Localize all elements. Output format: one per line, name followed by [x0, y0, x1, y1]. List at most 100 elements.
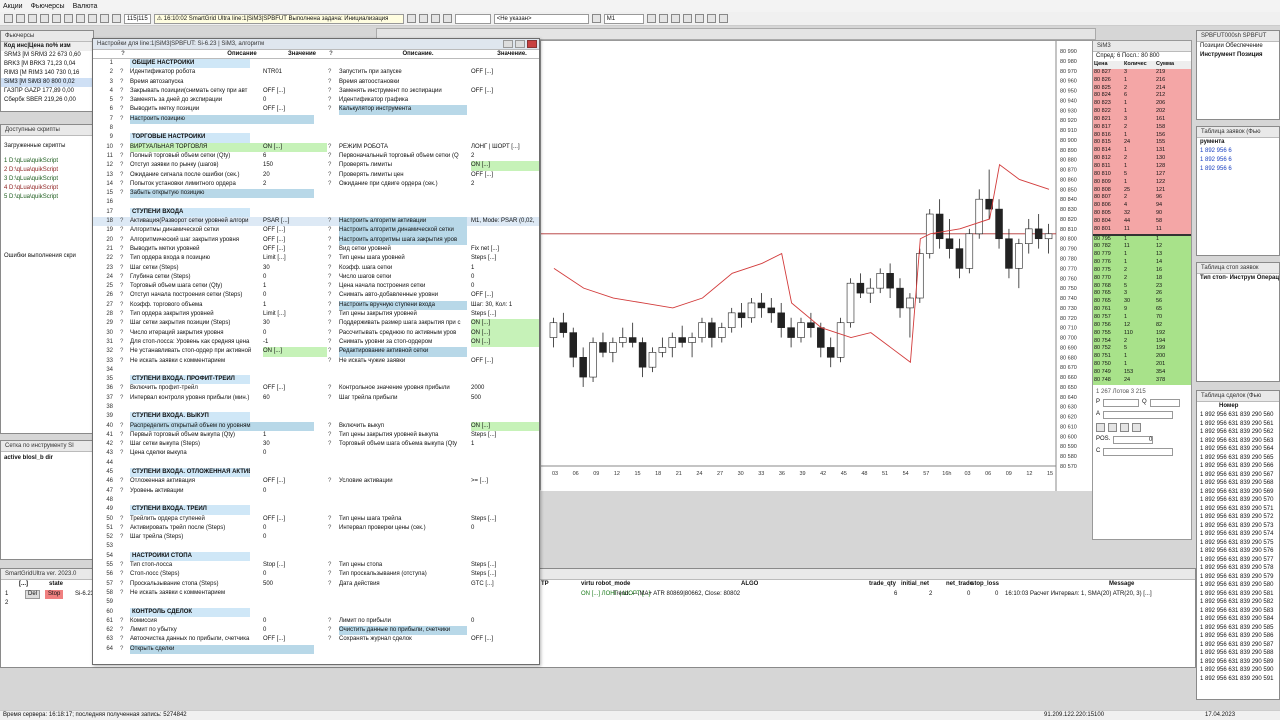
trade-row[interactable]: 1 892 956 631 839 290 590	[1197, 666, 1279, 675]
order-book-row[interactable]: 80 756 12 82	[1093, 321, 1191, 330]
setting-button[interactable]: Редактирование активной сетки	[339, 347, 467, 357]
help-icon[interactable]: ?	[120, 570, 126, 579]
help-icon[interactable]: ?	[328, 68, 334, 77]
help-icon[interactable]: ?	[120, 152, 126, 161]
help-icon[interactable]: ?	[120, 282, 126, 291]
setting-value[interactable]: Steps [...]	[471, 254, 539, 263]
minimize-icon[interactable]	[503, 40, 513, 48]
setting-value[interactable]: 2000	[471, 384, 539, 393]
help-icon[interactable]: ?	[120, 319, 126, 328]
order-row[interactable]: 1 892 956 6	[1197, 165, 1279, 174]
setting-value[interactable]: GTC [...]	[471, 580, 539, 589]
setting-value[interactable]: Steps [...]	[471, 310, 539, 319]
cursor-icon[interactable]	[646, 14, 656, 23]
help-icon[interactable]: ?	[328, 338, 334, 347]
order-book-row[interactable]: 80 749 153 354	[1093, 368, 1191, 377]
order-book-row[interactable]: 80 825 2 214	[1093, 84, 1191, 93]
trade-row[interactable]: 1 892 956 631 839 290 578	[1197, 564, 1279, 573]
setting-value[interactable]: 1	[471, 440, 539, 449]
help-icon[interactable]: ?	[328, 617, 334, 626]
help-icon[interactable]: ?	[120, 422, 126, 431]
pen-icon[interactable]	[112, 14, 121, 23]
setting-value[interactable]: 60	[263, 394, 327, 403]
help-icon[interactable]: ?	[120, 487, 126, 496]
futures-row[interactable]: SRM3 [М SRM3 22 673 0,60	[1, 51, 93, 60]
help-icon[interactable]: ?	[328, 171, 334, 180]
setting-value[interactable]: 30	[263, 440, 327, 449]
order-book-row[interactable]: 80 804 44 58	[1093, 217, 1191, 226]
help-icon[interactable]: ?	[120, 449, 126, 458]
trade-row[interactable]: 1 892 956 631 839 290 586	[1197, 632, 1279, 641]
setting-value[interactable]: 0	[471, 617, 539, 626]
help-icon[interactable]: ?	[120, 440, 126, 449]
help-icon[interactable]: ?	[328, 394, 334, 403]
setting-value[interactable]: 2	[471, 180, 539, 189]
order-book-row[interactable]: 80 815 24 155	[1093, 139, 1191, 148]
setting-value[interactable]: Steps [...]	[471, 431, 539, 440]
setting-value[interactable]: 0	[263, 329, 327, 338]
help-icon[interactable]: ?	[328, 301, 334, 310]
setting-button[interactable]: Настроить вручную ступени входа	[339, 300, 467, 311]
setting-value[interactable]: OFF [...]	[263, 226, 327, 235]
help-icon[interactable]: ?	[120, 515, 126, 524]
setting-value[interactable]: 1	[263, 431, 327, 440]
trade-row[interactable]: 1 892 956 631 839 290 575	[1197, 539, 1279, 548]
setting-value[interactable]: 500	[263, 580, 327, 589]
trade-row[interactable]: 1 892 956 631 839 290 581	[1197, 590, 1279, 599]
trade-row[interactable]: 1 892 956 631 839 290 585	[1197, 624, 1279, 633]
buy-button[interactable]	[1096, 422, 1105, 432]
trade-row[interactable]: 1 892 956 631 839 290 566	[1197, 462, 1279, 471]
text-icon[interactable]	[706, 14, 716, 23]
order-book-row[interactable]: 80 817 2 158	[1093, 123, 1191, 132]
order-book-row[interactable]: 80 822 1 202	[1093, 108, 1191, 116]
menu-item[interactable]: Валюта	[73, 3, 98, 10]
help-icon[interactable]: ?	[120, 236, 126, 245]
setting-button[interactable]: Калькулятор инструмента	[339, 105, 467, 115]
script-row[interactable]: 4 D:\qLua\quikScript	[1, 184, 93, 193]
help-icon[interactable]: ?	[328, 357, 334, 366]
arrow-icon[interactable]	[694, 14, 704, 23]
trade-row[interactable]: 1 892 956 631 839 290 577	[1197, 556, 1279, 565]
order-book-row[interactable]: 80 827 3 219	[1093, 68, 1191, 77]
help-icon[interactable]: ?	[120, 635, 126, 644]
account-select[interactable]	[1103, 410, 1174, 419]
setting-value[interactable]: OFF [...]	[471, 87, 539, 96]
close-dialog-icon[interactable]	[527, 40, 537, 48]
setting-value[interactable]: 20	[263, 171, 327, 180]
order-book-row[interactable]: 80 801 11 11	[1093, 225, 1191, 234]
setting-value[interactable]: 0	[263, 96, 327, 105]
print-icon[interactable]	[40, 14, 49, 23]
help-icon[interactable]: ?	[328, 431, 334, 440]
tab-positions[interactable]: Позиции	[1200, 43, 1224, 49]
help-icon[interactable]: ?	[328, 477, 334, 486]
setting-value[interactable]: 0	[471, 524, 539, 533]
order-book-row[interactable]: 80 821 3 161	[1093, 115, 1191, 124]
help-icon[interactable]: ?	[328, 384, 334, 393]
help-icon[interactable]: ?	[328, 78, 334, 87]
help-icon[interactable]: ?	[120, 254, 126, 263]
setting-value[interactable]: ЛОНГ | ШОРТ [...]	[471, 143, 539, 152]
trade-row[interactable]: 1 892 956 631 839 290 580	[1197, 581, 1279, 590]
trade-row[interactable]: 1 892 956 631 839 290 587	[1197, 641, 1279, 650]
setting-value[interactable]: Steps [...]	[471, 515, 539, 524]
script-row[interactable]: 5 D:\qLua\quikScript	[1, 193, 93, 202]
line-icon[interactable]	[682, 14, 692, 23]
help-icon[interactable]: ?	[120, 217, 126, 226]
help-icon[interactable]: ?	[328, 282, 334, 291]
setting-value[interactable]: OFF [...]	[471, 68, 539, 77]
trade-row[interactable]: 1 892 956 631 839 290 579	[1197, 573, 1279, 582]
help-icon[interactable]: ?	[120, 310, 126, 319]
help-icon[interactable]: ?	[328, 515, 334, 524]
trade-row[interactable]: 1 892 956 631 839 290 561	[1197, 420, 1279, 429]
hand-icon[interactable]	[670, 14, 680, 23]
open-icon[interactable]	[16, 14, 25, 23]
trade-row[interactable]: 1 892 956 631 839 290 571	[1197, 505, 1279, 514]
close-icon[interactable]	[406, 14, 416, 23]
table-icon[interactable]	[76, 14, 85, 23]
setting-value[interactable]: -1	[263, 338, 327, 347]
trade-row[interactable]: 1 892 956 631 839 290 567	[1197, 471, 1279, 480]
setting-value[interactable]: 30	[263, 319, 327, 328]
setting-value[interactable]: 500	[471, 394, 539, 403]
setting-value[interactable]: OFF [...]	[263, 105, 327, 114]
help-icon[interactable]: ?	[120, 245, 126, 254]
